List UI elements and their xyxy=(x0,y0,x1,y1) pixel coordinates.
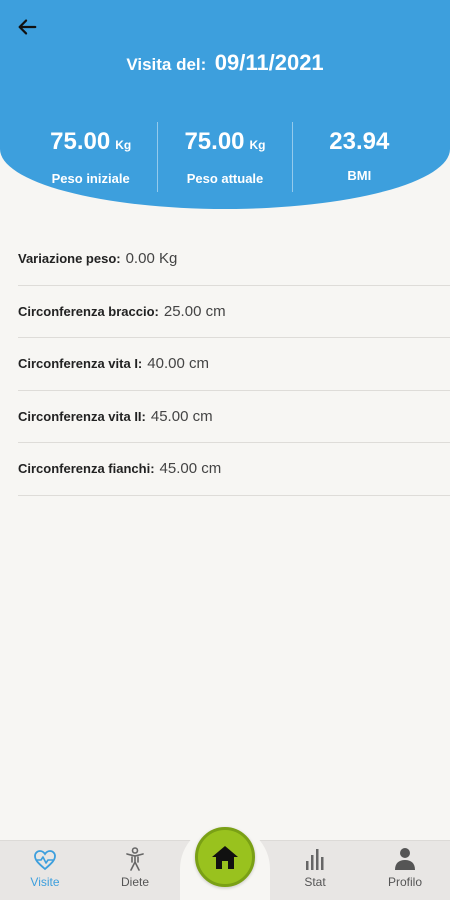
stat-value: 75.00 xyxy=(184,128,245,155)
home-icon xyxy=(212,846,238,869)
detail-value: 45.00 cm xyxy=(159,460,222,478)
detail-row-circonferenza-fianchi: Circonferenza fianchi: 45.00 cm xyxy=(18,443,450,496)
detail-row-circonferenza-vita-2: Circonferenza vita II: 45.00 cm xyxy=(18,391,450,443)
stat-bmi: 23.94 BMI xyxy=(291,122,426,192)
detail-label: Circonferenza braccio: xyxy=(18,303,159,319)
visit-date: 09/11/2021 xyxy=(214,50,324,75)
detail-value: 25.00 cm xyxy=(163,302,226,320)
detail-value: 0.00 Kg xyxy=(125,250,178,268)
visit-header: Visita del: 09/11/2021 75.00 Kg Peso iniz… xyxy=(0,0,450,209)
stat-caption: Peso attuale xyxy=(186,171,264,186)
stat-value: 75.00 xyxy=(50,128,111,155)
detail-row-variazione-peso: Variazione peso: 0.00 Kg xyxy=(18,233,450,286)
detail-value: 45.00 cm xyxy=(150,407,213,425)
measurements-list: Variazione peso: 0.00 Kg Circonferenza b… xyxy=(18,233,450,496)
bar-chart-icon xyxy=(306,849,324,870)
detail-label: Variazione peso: xyxy=(18,251,121,267)
stat-peso-iniziale: 75.00 Kg Peso iniziale xyxy=(24,122,157,192)
heart-pulse-icon xyxy=(34,850,56,871)
nav-item-visite[interactable]: Visite xyxy=(0,841,90,900)
arrow-left-icon xyxy=(18,19,37,35)
visit-title: Visita del: 09/11/2021 xyxy=(0,50,450,76)
nav-item-stat[interactable]: Stat xyxy=(270,841,360,900)
stat-value: 23.94 xyxy=(329,128,390,155)
back-button[interactable] xyxy=(12,12,42,42)
detail-label: Circonferenza vita I: xyxy=(18,356,143,372)
stat-unit: Kg xyxy=(249,138,266,152)
detail-label: Circonferenza vita II: xyxy=(18,408,146,424)
stats-row: 75.00 Kg Peso iniziale 75.00 Kg Peso attua… xyxy=(24,122,426,192)
detail-value: 40.00 cm xyxy=(147,355,209,373)
nav-label: Visite xyxy=(30,875,60,889)
stat-caption: BMI xyxy=(347,168,372,183)
nav-label: Profilo xyxy=(387,875,422,889)
nav-label: Diete xyxy=(120,875,149,889)
detail-row-circonferenza-vita-1: Circonferenza vita I: 40.00 cm xyxy=(18,338,450,391)
home-button[interactable] xyxy=(195,827,255,887)
detail-label: Circonferenza fianchi: xyxy=(18,461,155,477)
stat-caption: Peso iniziale xyxy=(51,171,130,186)
nav-item-profilo[interactable]: Profilo xyxy=(360,841,450,900)
nav-label: Stat xyxy=(304,875,326,889)
detail-row-circonferenza-braccio: Circonferenza braccio: 25.00 cm xyxy=(18,286,450,338)
visit-date-label: Visita del: xyxy=(126,55,207,74)
stat-unit: Kg xyxy=(115,138,132,152)
stat-peso-attuale: 75.00 Kg Peso attuale xyxy=(157,122,291,192)
nav-item-diete[interactable]: Diete xyxy=(90,841,180,900)
person-icon xyxy=(395,848,415,870)
body-icon xyxy=(126,847,144,871)
